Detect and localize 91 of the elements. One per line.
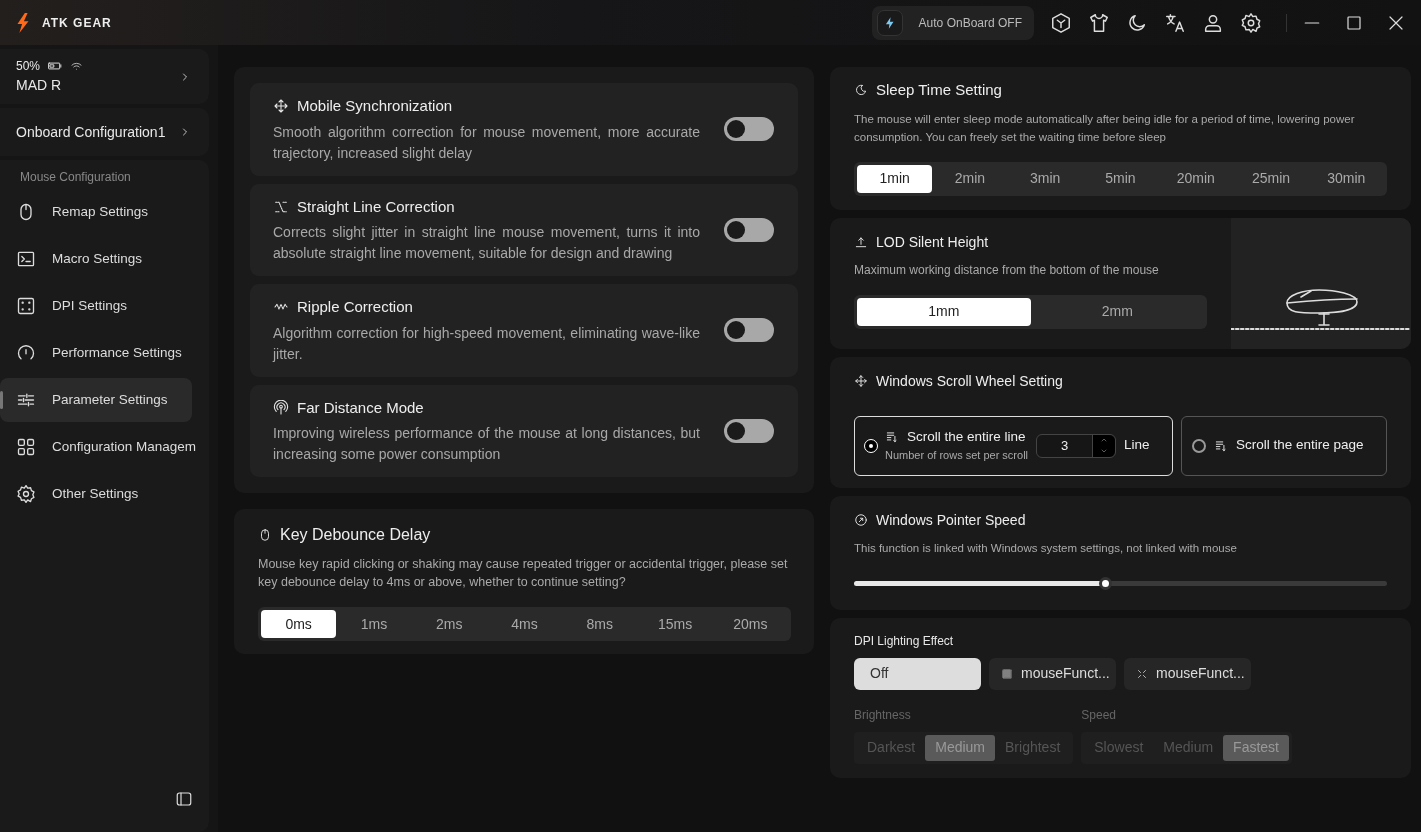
config-selector[interactable]: Onboard Configuration1 — [0, 108, 209, 156]
toggle-switch[interactable] — [724, 418, 774, 443]
effect-option[interactable]: Off — [854, 657, 981, 690]
toggle-switch[interactable] — [724, 117, 774, 142]
setting-description: Algorithm correction for high-speed movement, eliminating wave-like jitter. — [273, 323, 700, 364]
number-field[interactable]: 3 — [1036, 433, 1117, 458]
option-label: Scroll the entire page — [1236, 436, 1364, 455]
segment-option[interactable]: 8ms — [562, 610, 638, 638]
dot-grid-icon — [1001, 667, 1013, 680]
gear-icon — [16, 484, 36, 504]
moon-icon — [854, 83, 868, 98]
toggle-switch[interactable] — [724, 318, 774, 343]
segment-option[interactable]: 1min — [857, 164, 933, 193]
section-title: Windows Scroll Wheel Setting — [876, 371, 1063, 391]
unit-label: Line — [1124, 436, 1150, 455]
sidebar-item[interactable]: Other Settings — [0, 472, 192, 516]
settings-icon[interactable] — [1240, 11, 1262, 34]
sparkle-icon — [1136, 667, 1148, 680]
config-name: Onboard Configuration1 — [16, 122, 167, 142]
setting-title: Straight Line Correction — [297, 196, 455, 217]
section-label: Mouse Configuration — [19, 169, 132, 186]
segment-option[interactable]: 2mm — [1030, 297, 1204, 326]
section-description: Maximum working distance from the bottom of the mouse — [854, 261, 1160, 279]
setting-description: Improving wireless performance of the mouse at long distances, but increasing some power consumption — [273, 424, 700, 464]
effect-option[interactable]: mouseFunct... — [1124, 657, 1251, 690]
setting-title: Mobile Synchronization — [297, 96, 453, 116]
sidebar-item[interactable]: Parameter Settings — [0, 378, 192, 422]
section-description: This function is linked with Windows system settings, not linked with mouse — [854, 540, 1238, 556]
option-hint: Number of rows set per scroll — [885, 448, 1029, 464]
sidebar-item[interactable]: Macro Settings — [0, 237, 192, 281]
setting-description: Smooth algorithm correction for mouse movement, more accurate trajectory, increased slight delay — [273, 122, 700, 163]
cube-icon[interactable] — [1050, 11, 1072, 34]
group-label: Brightness — [854, 706, 912, 724]
battery-level: 50% — [16, 58, 41, 75]
grid-icon — [16, 437, 36, 457]
segment-option[interactable]: 2min — [932, 164, 1008, 193]
radio-button[interactable] — [1192, 438, 1206, 453]
number-input[interactable]: 3 — [1037, 434, 1093, 457]
segment-option[interactable]: 20min — [1158, 164, 1234, 193]
segment-option[interactable]: 0ms — [261, 610, 337, 638]
group-label: Speed — [1081, 706, 1117, 724]
setting-title: Far Distance Mode — [297, 397, 424, 418]
setting-description: Corrects slight jitter in straight line mouse movement, turns it into absolute straight line movement, suitable for design and drawing — [273, 223, 700, 263]
terminal-icon — [16, 249, 36, 269]
translate-icon[interactable] — [1164, 11, 1186, 34]
segment-option[interactable]: 30min — [1308, 164, 1384, 193]
battery-icon — [48, 61, 63, 71]
auto-onboard-button[interactable]: Auto OnBoard OFF — [871, 5, 1034, 40]
device-name: MAD R — [16, 76, 63, 95]
radio-button[interactable] — [865, 439, 877, 452]
segment-option[interactable]: 4ms — [486, 610, 563, 638]
section-title: DPI Lighting Effect — [854, 632, 955, 650]
segment-option[interactable]: 3min — [1007, 164, 1083, 193]
segment-option[interactable]: 25min — [1233, 164, 1309, 193]
segment-option[interactable]: 1mm — [857, 297, 1031, 326]
section-description: The mouse will enter sleep mode automatically after being idle for a period of time, lowering power consumption. You can freely set the waiting time before sleep — [854, 111, 1356, 145]
segment-option[interactable]: 20ms — [712, 610, 788, 638]
segment-option[interactable]: 15ms — [637, 610, 713, 638]
scroll-option[interactable]: Scroll the entire page — [1181, 415, 1387, 476]
section-title: Sleep Time Setting — [876, 80, 1002, 100]
mouse-icon — [258, 528, 272, 542]
dots-square-icon — [16, 296, 36, 316]
pointer-icon — [854, 513, 868, 527]
maximize-icon[interactable] — [1345, 13, 1363, 32]
setting-title: Ripple Correction — [297, 297, 413, 317]
sidebar-toggle-icon[interactable] — [175, 790, 193, 808]
device-card[interactable]: 50% MAD R — [0, 49, 209, 104]
toggle-switch[interactable] — [724, 217, 774, 242]
sidebar-item[interactable]: DPI Settings — [0, 284, 192, 328]
section-title: Windows Pointer Speed — [876, 510, 1026, 530]
logo: ATK GEAR — [42, 14, 112, 32]
upload-icon — [854, 235, 868, 249]
slider-thumb[interactable] — [1098, 576, 1112, 590]
scroll-option[interactable]: Scroll the entire line Number of rows set per scroll 3 Line — [854, 415, 1173, 476]
list-icon — [885, 430, 899, 445]
segment-option[interactable]: 5min — [1082, 164, 1159, 193]
sidebar-item[interactable]: Performance Settings — [0, 331, 192, 375]
effect-option[interactable]: mouseFunct... — [989, 657, 1116, 690]
list-icon — [1214, 438, 1228, 453]
section-description: Mouse key rapid clicking or shaking may cause repeated trigger or accidental trigger, please set key debounce delay to 4ms or above, whether to continue setting? — [258, 556, 789, 591]
shirt-icon[interactable] — [1088, 11, 1110, 34]
sidebar-item[interactable]: Remap Settings — [0, 190, 192, 234]
move-icon — [273, 98, 289, 115]
wifi-icon — [70, 60, 84, 72]
segment-option[interactable]: 1ms — [336, 610, 412, 638]
antenna-icon — [273, 399, 289, 416]
section-title: Key Debounce Delay — [280, 525, 431, 545]
segment-option[interactable]: 2ms — [411, 610, 487, 638]
option-label: Scroll the entire line — [907, 428, 1026, 447]
move-icon — [854, 374, 868, 388]
section-title: LOD Silent Height — [876, 232, 989, 252]
